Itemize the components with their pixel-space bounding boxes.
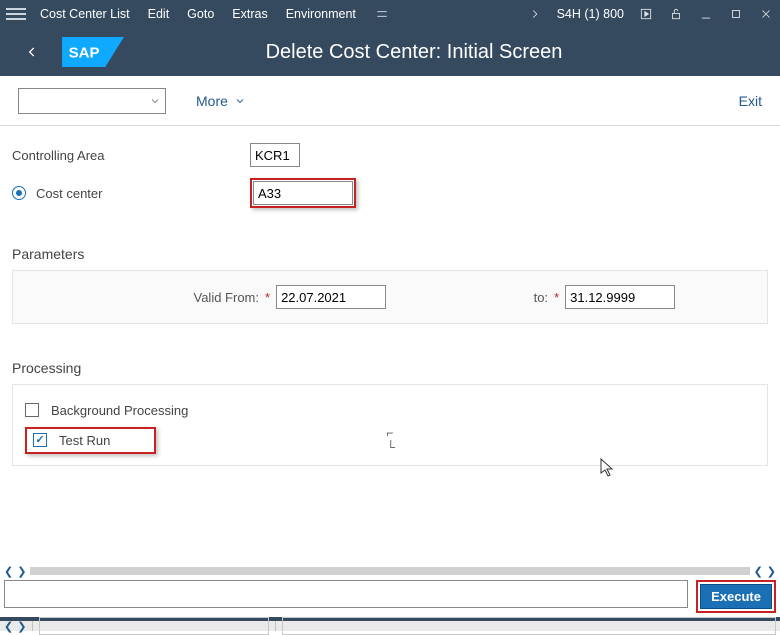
svg-text:SAP: SAP xyxy=(69,45,100,62)
toolbar: More Exit xyxy=(0,76,780,126)
status-scrollbar[interactable]: ❮ ❯ xyxy=(0,621,780,631)
page-title: Delete Cost Center: Initial Screen xyxy=(166,41,662,64)
more-menu[interactable]: More xyxy=(196,93,246,109)
action-bar: Execute xyxy=(0,576,780,617)
close-icon[interactable] xyxy=(758,6,774,22)
scroll-left-icon[interactable]: ❮ xyxy=(4,565,13,578)
lock-open-icon[interactable] xyxy=(668,6,684,22)
focus-marker-icon: ⌐└ xyxy=(386,426,396,454)
restore-icon[interactable] xyxy=(728,6,744,22)
overflow-icon[interactable] xyxy=(374,6,390,22)
valid-from-label: Valid From: xyxy=(13,290,259,305)
variant-dropdown[interactable] xyxy=(18,88,166,114)
cost-center-label: Cost center xyxy=(36,186,250,201)
menu-bar: Cost Center List Edit Goto Extras Enviro… xyxy=(0,0,780,28)
background-processing-label: Background Processing xyxy=(51,403,188,418)
processing-group: Background Processing Test Run ⌐└ xyxy=(12,384,768,466)
required-icon: * xyxy=(554,290,559,305)
test-run-label: Test Run xyxy=(59,433,110,448)
menu-goto[interactable]: Goto xyxy=(187,7,214,21)
required-icon: * xyxy=(265,290,270,305)
background-processing-checkbox[interactable] xyxy=(25,403,39,417)
back-button[interactable] xyxy=(18,38,46,66)
cost-center-radio[interactable] xyxy=(12,186,26,200)
session-label: S4H (1) 800 xyxy=(557,7,624,21)
highlight-test-run: Test Run xyxy=(25,427,156,454)
controlling-area-label: Controlling Area xyxy=(12,148,250,163)
valid-from-input[interactable] xyxy=(276,285,386,309)
valid-to-label: to: xyxy=(386,290,548,305)
chevron-right-icon[interactable] xyxy=(527,6,543,22)
chevron-down-icon xyxy=(149,95,161,107)
scroll-left-icon[interactable]: ❮ xyxy=(754,565,763,578)
title-bar: SAP Delete Cost Center: Initial Screen xyxy=(0,28,780,76)
chevron-down-icon xyxy=(234,95,246,107)
hamburger-icon[interactable] xyxy=(6,4,26,24)
exit-button[interactable]: Exit xyxy=(739,93,762,109)
more-label: More xyxy=(196,93,228,109)
cost-center-input[interactable] xyxy=(253,181,353,205)
highlight-execute: Execute xyxy=(696,580,776,613)
menu-extras[interactable]: Extras xyxy=(232,7,267,21)
scroll-right-icon[interactable]: ❯ xyxy=(17,565,26,578)
valid-to-input[interactable] xyxy=(565,285,675,309)
menu-cost-center-list[interactable]: Cost Center List xyxy=(40,7,130,21)
execute-button[interactable]: Execute xyxy=(700,584,772,609)
processing-heading: Processing xyxy=(12,360,768,376)
command-field[interactable] xyxy=(4,580,688,608)
sap-logo-icon: SAP xyxy=(60,37,126,67)
menu-environment[interactable]: Environment xyxy=(286,7,356,21)
scroll-right-icon[interactable]: ❯ xyxy=(767,565,776,578)
test-run-checkbox[interactable] xyxy=(33,433,47,447)
highlight-cost-center xyxy=(250,178,356,208)
play-icon[interactable] xyxy=(638,6,654,22)
controlling-area-input[interactable] xyxy=(250,143,300,167)
horizontal-scrollbar[interactable]: ❮ ❯ ❮ ❯ xyxy=(0,566,780,576)
minimize-icon[interactable] xyxy=(698,6,714,22)
parameters-heading: Parameters xyxy=(12,246,768,262)
parameters-group: Valid From: * to: * xyxy=(12,270,768,324)
menu-edit[interactable]: Edit xyxy=(148,7,170,21)
